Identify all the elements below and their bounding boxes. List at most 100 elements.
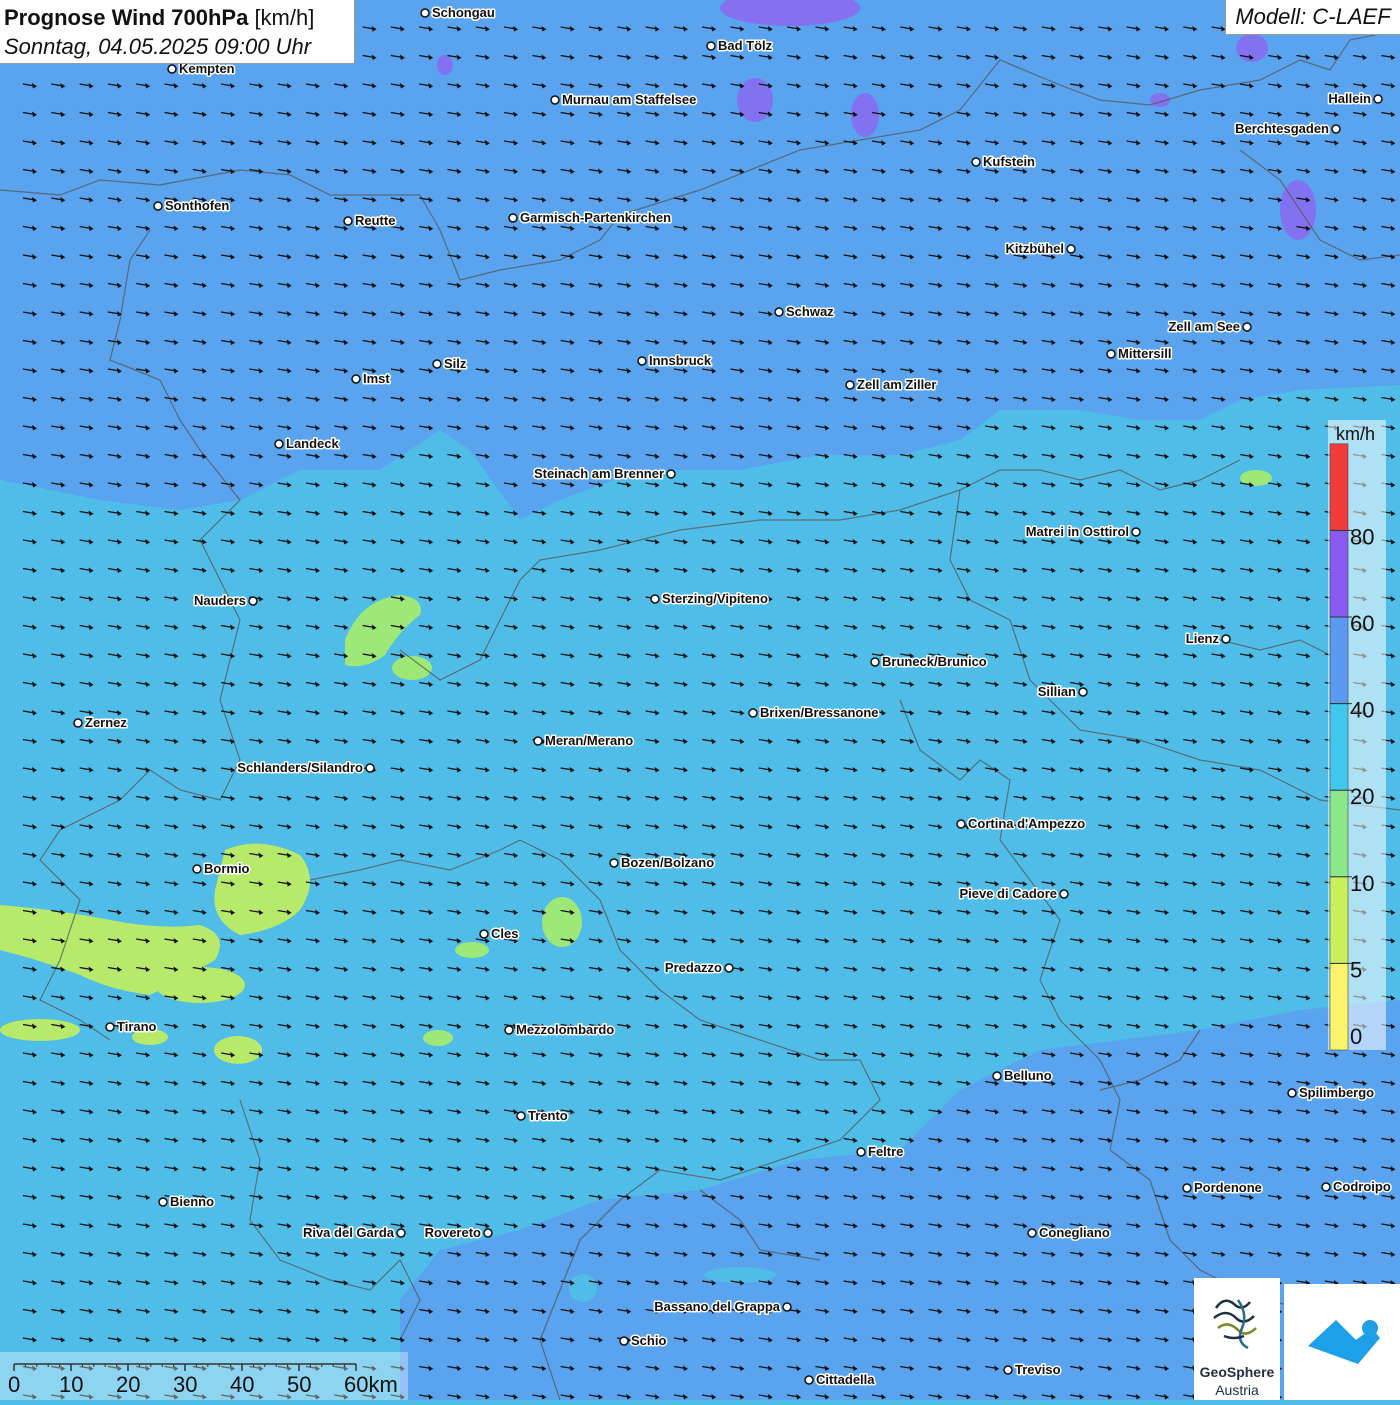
- wind-map[interactable]: SchongauSchongauBad TölzBad TölzKemptenK…: [0, 0, 1400, 1400]
- town-dot: [775, 308, 783, 316]
- town-label: Conegliano: [1039, 1225, 1110, 1240]
- town-marker[interactable]: ConeglianoConegliano: [1028, 1225, 1110, 1240]
- town-marker[interactable]: CodroipoCodroipo: [1322, 1179, 1391, 1194]
- town-dot: [551, 96, 559, 104]
- town-label: Codroipo: [1333, 1179, 1391, 1194]
- town-label: Steinach am Brenner: [534, 466, 664, 481]
- legend-unit: km/h: [1336, 424, 1375, 445]
- town-dot: [1067, 245, 1075, 253]
- town-marker[interactable]: Garmisch-PartenkirchenGarmisch-Partenkir…: [509, 210, 671, 225]
- town-dot: [106, 1023, 114, 1031]
- town-dot: [1107, 350, 1115, 358]
- town-dot: [972, 158, 980, 166]
- town-dot: [352, 375, 360, 383]
- title-main: Prognose Wind 700hPa: [4, 5, 248, 30]
- town-label: Mittersill: [1118, 346, 1171, 361]
- town-marker[interactable]: MezzolombardoMezzolombardo: [505, 1022, 614, 1037]
- town-dot: [517, 1112, 525, 1120]
- town-label: Bruneck/Brunico: [882, 654, 987, 669]
- town-dot: [846, 381, 854, 389]
- town-label: Schlanders/Silandro: [237, 760, 363, 775]
- town-label: Nauders: [194, 593, 246, 608]
- town-marker[interactable]: SchongauSchongau: [421, 5, 495, 20]
- town-dot: [168, 65, 176, 73]
- wind-patch-10-20: [423, 1030, 453, 1046]
- logo-line1: GeoSphere: [1194, 1364, 1280, 1380]
- town-dot: [871, 658, 879, 666]
- town-label: Rovereto: [425, 1225, 481, 1240]
- town-marker[interactable]: Zell am SeeZell am See: [1168, 319, 1251, 334]
- town-label: Treviso: [1015, 1362, 1061, 1377]
- app-logo[interactable]: [1284, 1284, 1400, 1400]
- town-label: Spilimbergo: [1299, 1085, 1374, 1100]
- wind-patch-10-20: [455, 942, 489, 958]
- town-dot: [725, 964, 733, 972]
- town-label: Trento: [528, 1108, 568, 1123]
- town-label: Sterzing/Vipiteno: [662, 591, 768, 606]
- town-dot: [707, 42, 715, 50]
- town-dot: [1288, 1089, 1296, 1097]
- town-label: Belluno: [1004, 1068, 1052, 1083]
- town-marker[interactable]: CittadellaCittadella: [805, 1372, 875, 1387]
- town-dot: [1222, 635, 1230, 643]
- town-dot: [509, 214, 517, 222]
- town-label: Zernez: [85, 715, 127, 730]
- town-marker[interactable]: Schlanders/SilandroSchlanders/Silandro: [237, 760, 374, 775]
- town-dot: [993, 1072, 1001, 1080]
- town-dot: [638, 357, 646, 365]
- town-dot: [1332, 125, 1340, 133]
- wind-patch-60-80: [437, 55, 453, 75]
- town-dot: [1028, 1229, 1036, 1237]
- town-label: Kitzbühel: [1006, 241, 1065, 256]
- town-dot: [366, 764, 374, 772]
- town-dot: [1060, 890, 1068, 898]
- town-marker[interactable]: SpilimbergoSpilimbergo: [1288, 1085, 1374, 1100]
- town-marker[interactable]: Matrei in OsttirolMatrei in Osttirol: [1026, 524, 1140, 539]
- town-dot: [749, 709, 757, 717]
- town-marker[interactable]: Cortina d'AmpezzoCortina d'Ampezzo: [957, 816, 1085, 831]
- town-marker[interactable]: PordenonePordenone: [1183, 1180, 1262, 1195]
- town-label: Zell am Ziller: [857, 377, 936, 392]
- town-marker[interactable]: BerchtesgadenBerchtesgaden: [1235, 121, 1340, 136]
- town-marker[interactable]: Riva del GardaRiva del Garda: [303, 1225, 405, 1240]
- town-label: Imst: [363, 371, 390, 386]
- town-marker[interactable]: Zell am ZillerZell am Ziller: [846, 377, 936, 392]
- title-unit: [km/h]: [254, 5, 314, 30]
- town-marker[interactable]: Brixen/BressanoneBrixen/Bressanone: [749, 705, 879, 720]
- town-marker[interactable]: Bassano del GrappaBassano del Grappa: [654, 1299, 791, 1314]
- town-marker[interactable]: Pieve di CadorePieve di Cadore: [959, 886, 1068, 901]
- town-marker[interactable]: Sterzing/VipitenoSterzing/Vipiteno: [651, 591, 768, 606]
- town-marker[interactable]: Steinach am BrennerSteinach am Brenner: [534, 466, 675, 481]
- town-dot: [433, 360, 441, 368]
- wind-patch-20-40: [569, 1274, 597, 1302]
- town-dot: [1132, 528, 1140, 536]
- town-label: Landeck: [286, 436, 340, 451]
- town-label: Kufstein: [983, 154, 1035, 169]
- town-dot: [154, 202, 162, 210]
- title-panel: Prognose Wind 700hPa [km/h] Sonntag, 04.…: [0, 0, 355, 64]
- town-marker[interactable]: Murnau am StaffelseeMurnau am Staffelsee: [551, 92, 696, 107]
- town-label: Cles: [491, 926, 518, 941]
- town-dot: [610, 859, 618, 867]
- town-label: Bormio: [204, 861, 250, 876]
- town-dot: [1079, 688, 1087, 696]
- geosphere-logo-icon: [1194, 1278, 1280, 1364]
- town-marker[interactable]: SonthofenSonthofen: [154, 198, 229, 213]
- logo-line2: Austria: [1194, 1382, 1280, 1398]
- town-label: Lienz: [1186, 631, 1220, 646]
- town-label: Reutte: [355, 213, 395, 228]
- town-marker[interactable]: Bozen/BolzanoBozen/Bolzano: [610, 855, 714, 870]
- town-marker[interactable]: Meran/MeranoMeran/Merano: [534, 733, 633, 748]
- geosphere-logo[interactable]: GeoSphere Austria: [1194, 1278, 1280, 1400]
- town-dot: [505, 1026, 513, 1034]
- model-label: Modell: C-LAEF: [1225, 0, 1400, 35]
- town-label: Bienno: [170, 1194, 214, 1209]
- town-dot: [159, 1198, 167, 1206]
- town-marker[interactable]: InnsbruckInnsbruck: [638, 353, 712, 368]
- legend-panel: [1328, 420, 1386, 1050]
- town-label: Schwaz: [786, 304, 834, 319]
- town-dot: [1004, 1366, 1012, 1374]
- town-marker[interactable]: Bruneck/BrunicoBruneck/Brunico: [871, 654, 987, 669]
- town-label: Mezzolombardo: [516, 1022, 614, 1037]
- town-label: Zell am See: [1168, 319, 1240, 334]
